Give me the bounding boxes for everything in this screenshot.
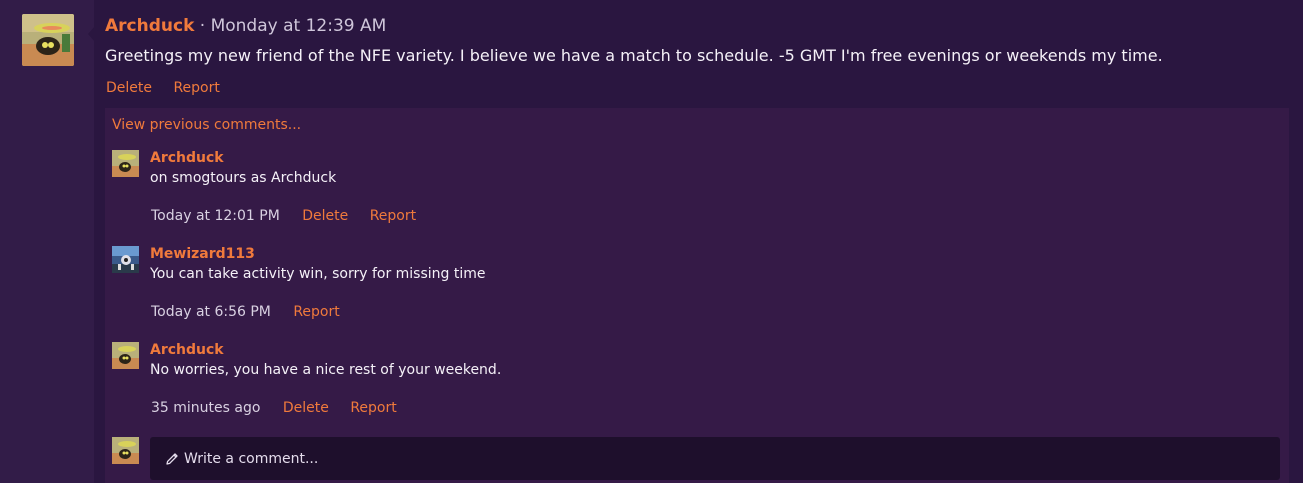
comment-timestamp[interactable]: Today at 12:01 PM [151,208,280,224]
comment-timestamp[interactable]: Today at 6:56 PM [151,304,271,320]
profile-post: Archduck · Monday at 12:39 AM Greetings … [94,0,1303,483]
profile-post-container: Archduck · Monday at 12:39 AM Greetings … [0,0,1303,483]
avatar [112,437,139,464]
archduck-avatar-image [112,437,139,464]
avatar[interactable] [112,150,139,177]
comments-section: View previous comments... Archduck on sm… [105,108,1289,483]
post-report-link[interactable]: Report [173,80,219,96]
comment-username[interactable]: Archduck [150,150,224,166]
archduck-avatar-image [112,150,139,177]
view-previous-comments-link[interactable]: View previous comments... [112,117,301,133]
archduck-avatar-image [22,14,74,66]
comment-text: No worries, you have a nice rest of your… [150,362,502,378]
comment-item: Archduck on smogtours as Archduck Today … [112,150,1272,230]
post-delete-link[interactable]: Delete [106,80,152,96]
comment-meta: Today at 12:01 PM Delete Report [151,208,433,224]
post-username[interactable]: Archduck [105,16,194,36]
comment-report-link[interactable]: Report [293,304,339,320]
post-body: Greetings my new friend of the NFE varie… [105,46,1163,65]
comment-item: Archduck No worries, you have a nice res… [112,342,1272,422]
comment-timestamp[interactable]: 35 minutes ago [151,400,260,416]
comment-report-link[interactable]: Report [350,400,396,416]
avatar[interactable] [112,342,139,369]
post-timestamp[interactable]: Monday at 12:39 AM [211,16,387,36]
mewizard-avatar-image [112,246,139,273]
avatar[interactable] [112,246,139,273]
comment-item: Mewizard113 You can take activity win, s… [112,246,1272,326]
write-comment-input[interactable]: Write a comment... [150,437,1280,480]
avatar-column [0,0,94,483]
header-separator: · [199,16,206,36]
avatar[interactable] [22,14,74,66]
pencil-icon [166,453,178,465]
post-header: Archduck · Monday at 12:39 AM [105,16,386,36]
post-actions: Delete Report [106,80,237,96]
write-comment-placeholder: Write a comment... [184,451,319,467]
comment-username[interactable]: Mewizard113 [150,246,255,262]
comment-delete-link[interactable]: Delete [283,400,329,416]
comment-report-link[interactable]: Report [370,208,416,224]
comment-text: on smogtours as Archduck [150,170,337,186]
archduck-avatar-image [112,342,139,369]
write-comment-row: Write a comment... [112,437,1282,483]
comment-meta: 35 minutes ago Delete Report [151,400,414,416]
comment-meta: Today at 6:56 PM Report [151,304,357,320]
comment-delete-link[interactable]: Delete [302,208,348,224]
comment-username[interactable]: Archduck [150,342,224,358]
comment-text: You can take activity win, sorry for mis… [150,266,486,282]
